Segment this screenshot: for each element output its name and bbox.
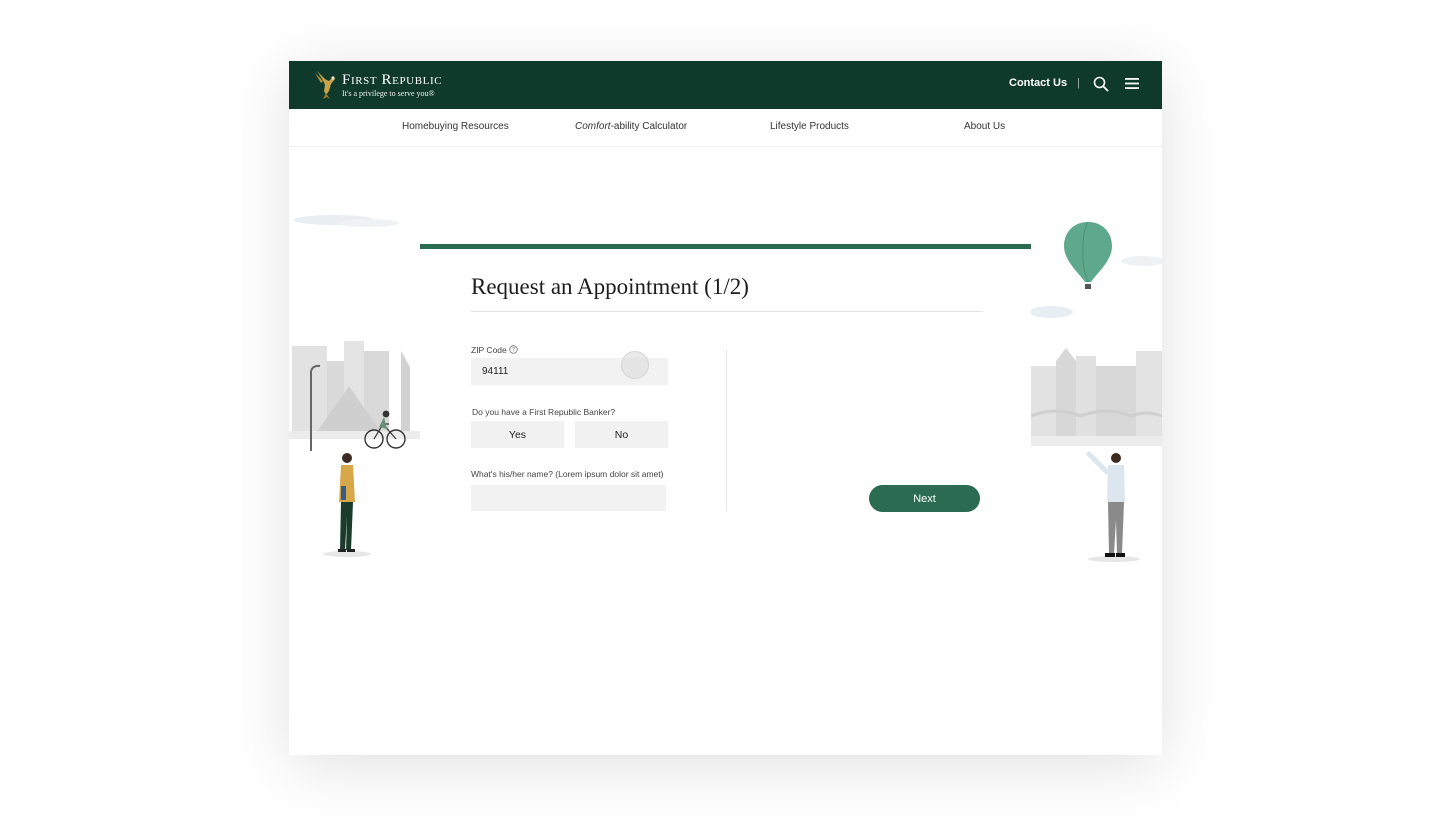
browser-page-frame: First Republic It's a privilege to serve… xyxy=(289,61,1162,755)
zip-code-label: ZIP Code xyxy=(471,345,507,355)
nav-calculator-rest: -ability Calculator xyxy=(610,121,688,132)
brand-tagline: It's a privilege to serve you® xyxy=(342,89,435,98)
column-divider xyxy=(726,350,727,511)
form-progress-fill xyxy=(420,244,1031,249)
nav-calculator-emphasis: Comfort xyxy=(575,121,611,132)
contact-us-link[interactable]: Contact Us xyxy=(1009,77,1067,89)
top-header: First Republic It's a privilege to serve… xyxy=(289,61,1162,109)
header-separator: | xyxy=(1077,77,1080,89)
title-divider xyxy=(471,311,983,312)
nav-comfortability-calculator[interactable]: Comfort-ability Calculator xyxy=(575,121,687,132)
next-button[interactable]: Next xyxy=(869,485,980,512)
right-city-illustration xyxy=(1031,221,1162,446)
help-info-icon[interactable]: ? xyxy=(509,345,518,354)
yes-button[interactable]: Yes xyxy=(471,421,564,448)
form-title: Request an Appointment (1/2) xyxy=(471,274,749,299)
search-icon[interactable] xyxy=(1093,76,1109,92)
nav-lifestyle-products[interactable]: Lifestyle Products xyxy=(770,121,849,132)
banker-name-input[interactable] xyxy=(471,485,666,511)
woman-figure-illustration xyxy=(323,453,371,557)
hamburger-menu-icon[interactable] xyxy=(1125,77,1139,90)
man-figure-illustration xyxy=(1086,451,1140,562)
banker-question-label: Do you have a First Republic Banker? xyxy=(472,407,616,417)
nav-homebuying-resources[interactable]: Homebuying Resources xyxy=(402,121,509,132)
brand-name: First Republic xyxy=(342,72,443,88)
nav-about-us[interactable]: About Us xyxy=(964,121,1005,132)
banker-name-label: What's his/her name? (Lorem ipsum dolor … xyxy=(471,469,664,479)
cursor-indicator xyxy=(621,351,649,379)
main-navigation: Homebuying Resources Comfort-ability Cal… xyxy=(289,109,1162,147)
eagle-logo-icon xyxy=(315,71,335,99)
left-city-illustration xyxy=(289,215,420,451)
no-button[interactable]: No xyxy=(575,421,668,448)
form-progress-track xyxy=(420,244,1031,249)
